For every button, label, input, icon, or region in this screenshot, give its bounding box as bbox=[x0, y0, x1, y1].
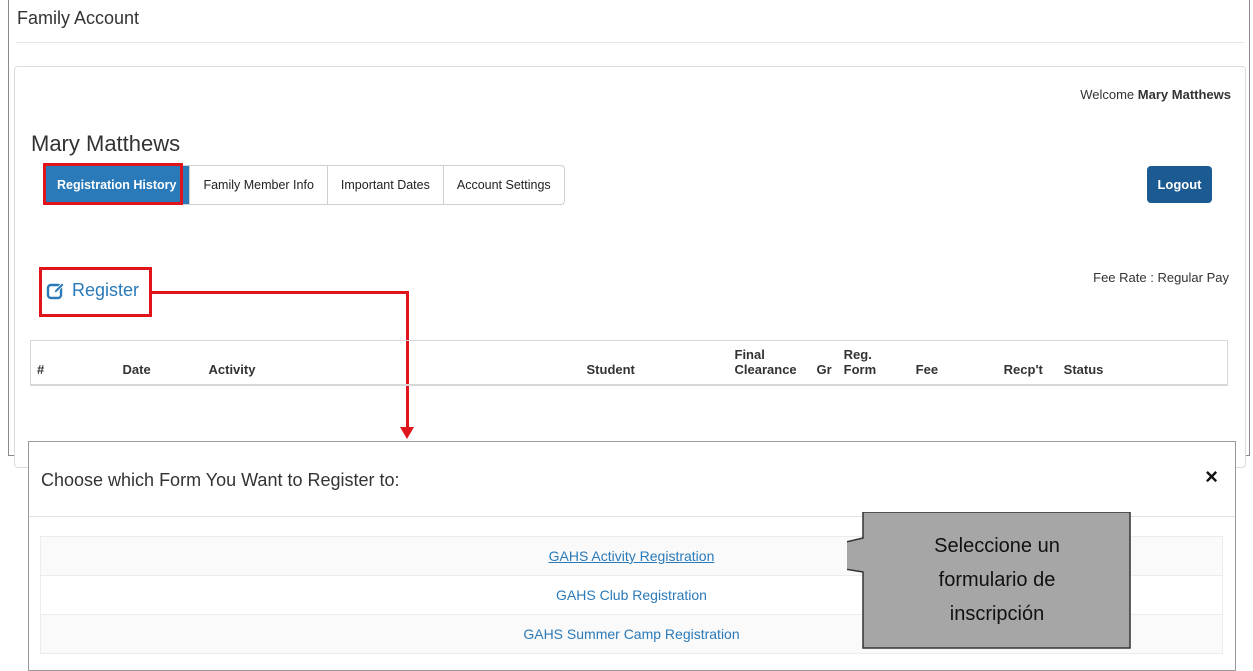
callout-line-3: inscripción bbox=[950, 603, 1044, 625]
account-panel bbox=[14, 66, 1246, 468]
col-student: Student bbox=[580, 340, 729, 386]
form-link-summer-camp-registration[interactable]: GAHS Summer Camp Registration bbox=[523, 626, 739, 642]
col-status: Status bbox=[1057, 340, 1228, 386]
form-link-activity-registration[interactable]: GAHS Activity Registration bbox=[549, 548, 715, 564]
form-link-club-registration[interactable]: GAHS Club Registration bbox=[556, 587, 707, 603]
page-header: Family Account bbox=[17, 8, 140, 28]
annotation-arrow-horizontal bbox=[152, 291, 408, 294]
highlight-box-tab bbox=[43, 163, 183, 205]
tab-family-member-info[interactable]: Family Member Info bbox=[190, 166, 328, 204]
highlight-box-register bbox=[39, 267, 152, 317]
col-number: # bbox=[30, 340, 117, 386]
callout-line-2: formulario de bbox=[939, 569, 1056, 591]
logout-button[interactable]: Logout bbox=[1147, 166, 1212, 203]
col-activity: Activity bbox=[202, 340, 581, 386]
col-reg-form: Reg. Form bbox=[837, 340, 910, 386]
col-date: Date bbox=[116, 340, 203, 386]
welcome-message: Welcome Mary Matthews bbox=[1080, 87, 1231, 102]
table-header-row: # Date Activity Student Final Clearance … bbox=[30, 340, 1228, 386]
annotation-callout: Seleccione un formulario de inscripción bbox=[847, 512, 1131, 649]
welcome-prefix: Welcome bbox=[1080, 87, 1135, 102]
tab-account-settings[interactable]: Account Settings bbox=[444, 166, 564, 204]
tab-important-dates[interactable]: Important Dates bbox=[328, 166, 444, 204]
account-holder-name: Mary Matthews bbox=[31, 131, 181, 156]
modal-title: Choose which Form You Want to Register t… bbox=[41, 470, 400, 490]
annotation-arrowhead bbox=[400, 427, 414, 439]
welcome-user-name: Mary Matthews bbox=[1137, 87, 1231, 102]
callout-line-1: Seleccione un bbox=[934, 535, 1060, 557]
col-grade: Gr bbox=[810, 340, 838, 386]
fee-rate: Fee Rate : Regular Pay bbox=[1093, 270, 1229, 285]
close-icon[interactable]: × bbox=[1205, 464, 1218, 490]
registration-table: # Date Activity Student Final Clearance … bbox=[30, 340, 1228, 386]
header-divider bbox=[16, 42, 1244, 43]
col-receipt: Recp't bbox=[997, 340, 1058, 386]
col-fee: Fee bbox=[909, 340, 998, 386]
col-final-clearance: Final Clearance bbox=[728, 340, 811, 386]
